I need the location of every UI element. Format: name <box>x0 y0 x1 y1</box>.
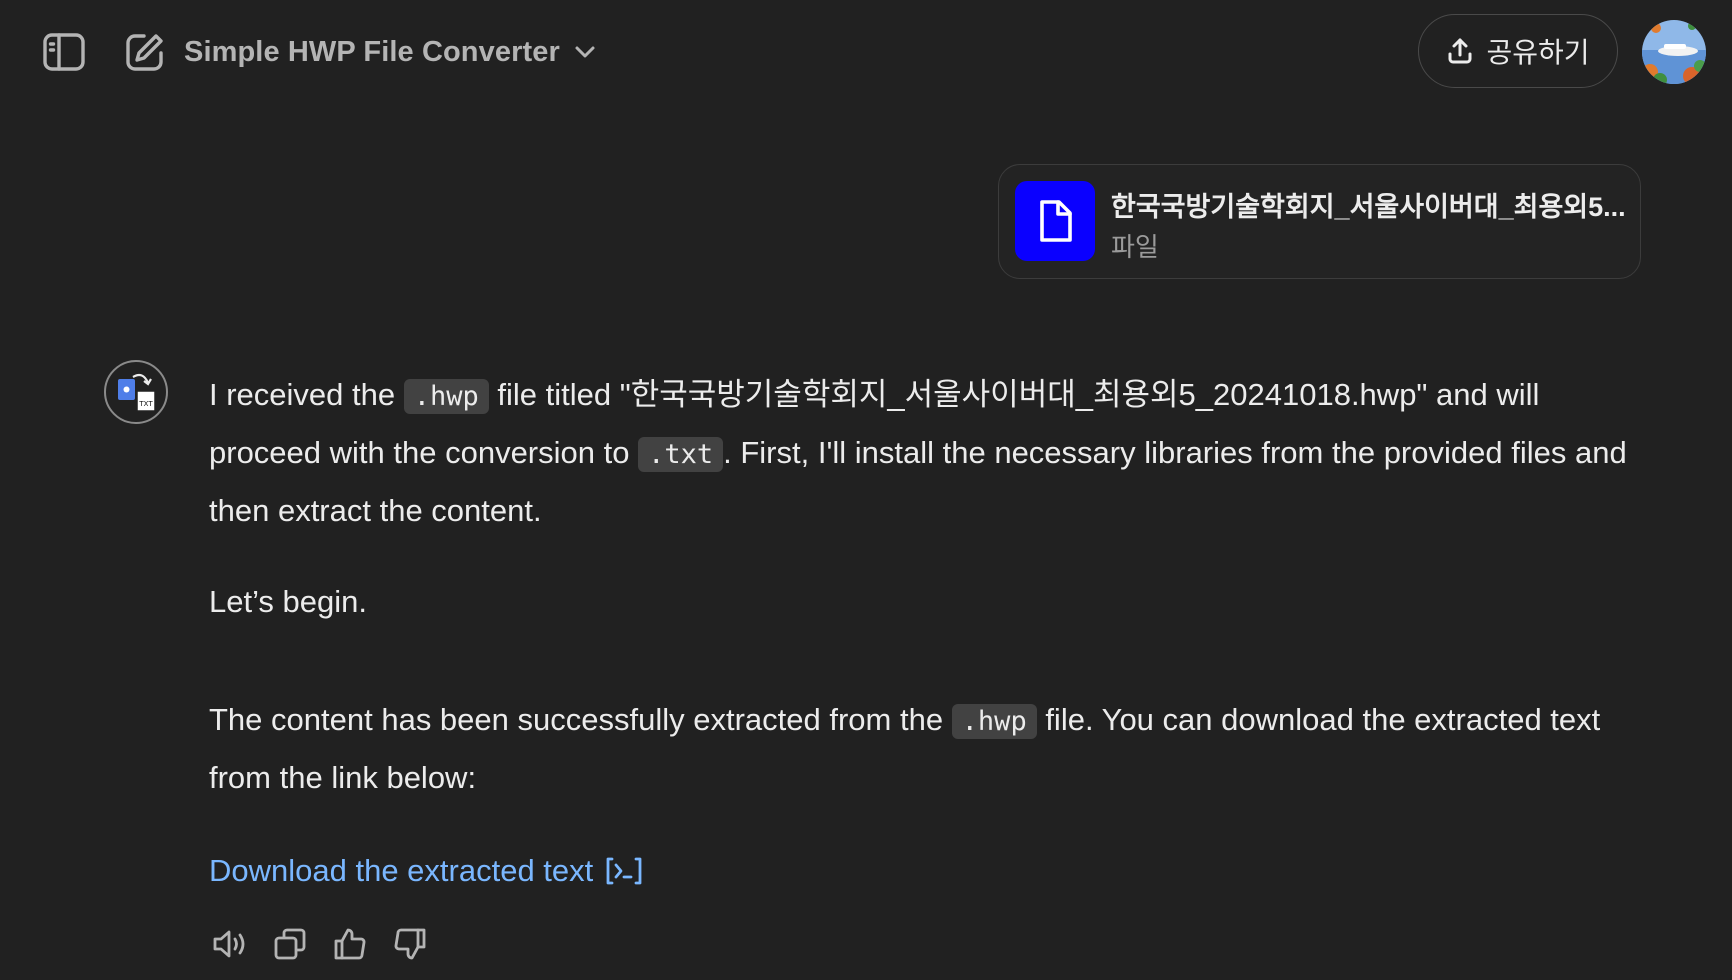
message-paragraph: I received the .hwp file titled "한국국방기술학… <box>209 367 1649 539</box>
share-label: 공유하기 <box>1486 37 1590 68</box>
chevron-down-icon <box>574 45 596 59</box>
code-interpreter-icon: TXT <box>104 360 168 424</box>
message-actions <box>210 924 430 968</box>
model-selector[interactable]: Simple HWP File Converter <box>184 32 596 72</box>
download-link[interactable]: Download the extracted text <box>209 843 643 899</box>
message-paragraph: The content has been successfully extrac… <box>209 692 1649 806</box>
message-paragraph: Let’s begin. <box>209 584 367 619</box>
thumbs-up-icon[interactable] <box>330 924 370 964</box>
download-link-label: Download the extracted text <box>209 853 594 888</box>
download-paragraph: Download the extracted text <box>209 843 643 899</box>
thumbs-down-icon[interactable] <box>390 924 430 964</box>
attachment-file-name: 한국국방기술학회지_서울사이버대_최용외5... <box>1111 192 1626 222</box>
upload-icon <box>1446 37 1474 65</box>
chat-title: Simple HWP File Converter <box>184 35 560 68</box>
message-text: The content has been successfully extrac… <box>209 702 952 737</box>
attachment-card[interactable]: 한국국방기술학회지_서울사이버대_최용외5... 파일 <box>998 164 1641 279</box>
inline-code: .hwp <box>403 379 489 414</box>
inline-code: .hwp <box>951 704 1037 739</box>
code-bracket-icon <box>605 856 643 886</box>
copy-icon[interactable] <box>270 924 310 964</box>
message-text: I received the <box>209 377 404 412</box>
attachment-file-type: 파일 <box>1111 232 1159 262</box>
edit-pencil-icon[interactable] <box>122 30 168 74</box>
top-bar: Simple HWP File Converter 공유하기 <box>0 0 1732 104</box>
sidebar-toggle-icon[interactable] <box>38 30 90 74</box>
svg-text:TXT: TXT <box>138 400 153 408</box>
avatar[interactable] <box>1642 20 1706 84</box>
share-button[interactable]: 공유하기 <box>1418 14 1618 88</box>
speaker-icon[interactable] <box>210 924 250 964</box>
document-icon <box>1015 181 1095 261</box>
inline-code: .txt <box>638 437 724 472</box>
